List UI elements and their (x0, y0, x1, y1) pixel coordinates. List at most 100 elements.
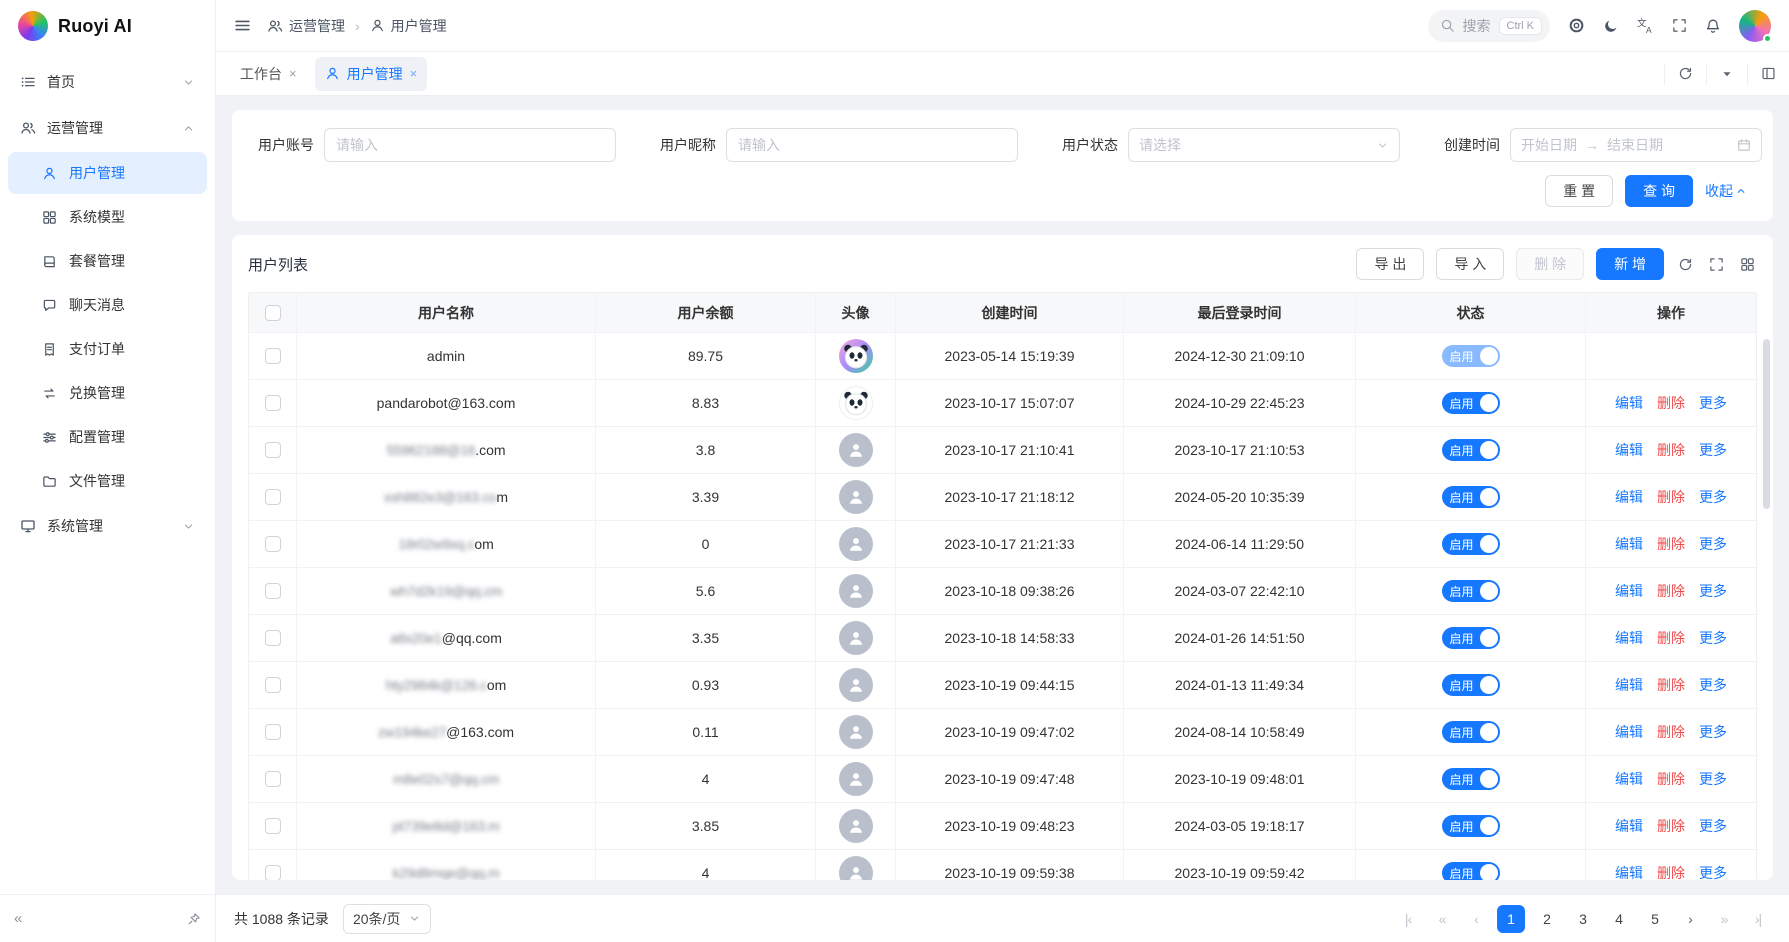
tab-用户管理[interactable]: 用户管理× (315, 57, 428, 91)
more-link[interactable]: 更多 (1699, 581, 1727, 601)
export-button[interactable]: 导 出 (1356, 248, 1424, 280)
more-link[interactable]: 更多 (1699, 628, 1727, 648)
status-select[interactable]: 请选择 (1128, 128, 1400, 162)
sidebar-item-系统模型[interactable]: 系统模型 (8, 196, 207, 238)
row-checkbox[interactable] (265, 724, 281, 740)
more-link[interactable]: 更多 (1699, 722, 1727, 742)
close-icon[interactable]: × (289, 67, 297, 80)
search-button[interactable]: 查 询 (1625, 175, 1693, 207)
select-all-checkbox[interactable] (265, 305, 281, 321)
gear-icon[interactable] (1568, 17, 1585, 34)
account-input[interactable] (324, 128, 616, 162)
sidebar-item-home[interactable]: 首页 (8, 60, 207, 104)
more-link[interactable]: 更多 (1699, 769, 1727, 789)
close-icon[interactable]: × (410, 67, 418, 80)
delete-link[interactable]: 删除 (1657, 581, 1685, 601)
date-range-input[interactable]: 开始日期 → 结束日期 (1510, 128, 1762, 162)
status-toggle[interactable]: 启用 (1442, 486, 1500, 508)
reset-button[interactable]: 重 置 (1545, 175, 1613, 207)
more-link[interactable]: 更多 (1699, 534, 1727, 554)
status-toggle[interactable]: 启用 (1442, 580, 1500, 602)
sidebar-item-system[interactable]: 系统管理 (8, 504, 207, 548)
column-header[interactable]: 操作 (1586, 293, 1756, 333)
sidebar-item-支付订单[interactable]: 支付订单 (8, 328, 207, 370)
delete-link[interactable]: 删除 (1657, 393, 1685, 413)
row-checkbox[interactable] (265, 583, 281, 599)
sidebar-item-配置管理[interactable]: 配置管理 (8, 416, 207, 458)
column-settings-icon[interactable] (1738, 257, 1757, 272)
pagination-page-4[interactable]: 4 (1605, 905, 1633, 933)
status-toggle[interactable]: 启用 (1442, 439, 1500, 461)
pagination-page-1[interactable]: 1 (1497, 905, 1525, 933)
row-checkbox[interactable] (265, 630, 281, 646)
row-checkbox[interactable] (265, 865, 281, 880)
row-checkbox[interactable] (265, 489, 281, 505)
edit-link[interactable]: 编辑 (1615, 628, 1643, 648)
row-checkbox[interactable] (265, 442, 281, 458)
row-checkbox[interactable] (265, 818, 281, 834)
pagination-page-2[interactable]: 2 (1533, 905, 1561, 933)
row-checkbox[interactable] (265, 536, 281, 552)
collapse-filter-link[interactable]: 收起 (1705, 181, 1747, 201)
edit-link[interactable]: 编辑 (1615, 722, 1643, 742)
collapse-sidebar-button[interactable]: « (14, 910, 22, 927)
breadcrumb-user-management[interactable]: 用户管理 (370, 16, 447, 36)
edit-link[interactable]: 编辑 (1615, 534, 1643, 554)
pagination-prev-group[interactable]: « (1429, 905, 1455, 933)
moon-icon[interactable] (1603, 18, 1619, 34)
import-button[interactable]: 导 入 (1436, 248, 1504, 280)
global-search[interactable]: 搜索 Ctrl K (1428, 10, 1551, 42)
column-header[interactable]: 最后登录时间 (1124, 293, 1356, 333)
nickname-input[interactable] (726, 128, 1018, 162)
edit-link[interactable]: 编辑 (1615, 675, 1643, 695)
delete-link[interactable]: 删除 (1657, 769, 1685, 789)
fullscreen-icon[interactable] (1672, 18, 1687, 33)
more-link[interactable]: 更多 (1699, 487, 1727, 507)
more-link[interactable]: 更多 (1699, 393, 1727, 413)
status-toggle[interactable]: 启用 (1442, 627, 1500, 649)
row-checkbox[interactable] (265, 395, 281, 411)
hamburger-icon[interactable] (234, 17, 251, 34)
status-toggle[interactable]: 启用 (1442, 533, 1500, 555)
status-toggle[interactable]: 启用 (1442, 862, 1500, 880)
row-checkbox[interactable] (265, 348, 281, 364)
column-header[interactable]: 用户余额 (596, 293, 816, 333)
delete-link[interactable]: 删除 (1657, 816, 1685, 836)
column-header[interactable]: 状态 (1356, 293, 1586, 333)
delete-link[interactable]: 删除 (1657, 628, 1685, 648)
status-toggle[interactable]: 启用 (1442, 815, 1500, 837)
sidebar-item-文件管理[interactable]: 文件管理 (8, 460, 207, 502)
tab-menu-caret-icon[interactable] (1706, 63, 1747, 85)
pin-icon[interactable] (187, 912, 201, 926)
sidebar-item-聊天消息[interactable]: 聊天消息 (8, 284, 207, 326)
row-checkbox[interactable] (265, 677, 281, 693)
edit-link[interactable]: 编辑 (1615, 440, 1643, 460)
sidebar-item-套餐管理[interactable]: 套餐管理 (8, 240, 207, 282)
status-toggle[interactable]: 启用 (1442, 768, 1500, 790)
pagination-next-group[interactable]: » (1711, 905, 1737, 933)
add-button[interactable]: 新 增 (1596, 248, 1664, 280)
edit-link[interactable]: 编辑 (1615, 487, 1643, 507)
layout-icon[interactable] (1747, 63, 1789, 85)
edit-link[interactable]: 编辑 (1615, 393, 1643, 413)
pagination-page-3[interactable]: 3 (1569, 905, 1597, 933)
expand-icon[interactable] (1707, 257, 1726, 272)
edit-link[interactable]: 编辑 (1615, 581, 1643, 601)
refresh-tab-icon[interactable] (1664, 63, 1706, 85)
more-link[interactable]: 更多 (1699, 440, 1727, 460)
column-header[interactable]: 头像 (816, 293, 896, 333)
bell-icon[interactable] (1705, 18, 1721, 34)
status-toggle[interactable]: 启用 (1442, 392, 1500, 414)
sidebar-item-用户管理[interactable]: 用户管理 (8, 152, 207, 194)
sidebar-item-兑换管理[interactable]: 兑换管理 (8, 372, 207, 414)
pagination-last[interactable]: ›| (1745, 905, 1771, 933)
sidebar-item-operations[interactable]: 运营管理 (8, 106, 207, 150)
delete-link[interactable]: 删除 (1657, 675, 1685, 695)
refresh-icon[interactable] (1676, 257, 1695, 272)
translate-icon[interactable]: 文A (1637, 17, 1654, 34)
breadcrumb-operations[interactable]: 运营管理 (267, 16, 345, 36)
pagination-next[interactable]: › (1677, 905, 1703, 933)
more-link[interactable]: 更多 (1699, 863, 1727, 880)
edit-link[interactable]: 编辑 (1615, 863, 1643, 880)
tab-工作台[interactable]: 工作台× (230, 57, 307, 91)
